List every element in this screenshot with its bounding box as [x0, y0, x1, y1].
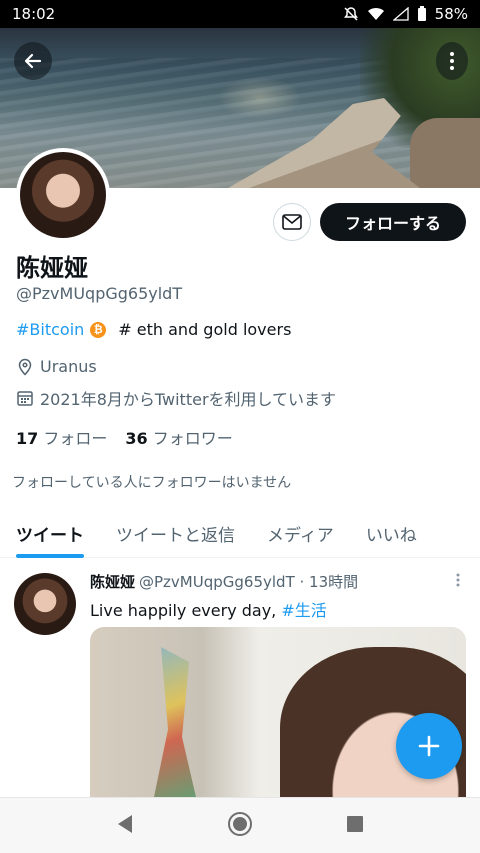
- back-arrow-icon: [24, 53, 42, 69]
- status-bar: 18:02 58%: [0, 0, 480, 28]
- location-text: Uranus: [40, 357, 97, 376]
- status-time: 18:02: [12, 5, 56, 23]
- mute-icon: [343, 6, 359, 22]
- profile-joined: 2021年8月からTwitterを利用しています: [16, 386, 336, 410]
- profile-avatar[interactable]: [16, 148, 110, 242]
- wifi-icon: [367, 7, 385, 21]
- back-button[interactable]: [14, 42, 52, 80]
- profile-stats: 17 フォロー 36 フォロワー: [16, 425, 233, 449]
- tweet-more-button[interactable]: [456, 573, 460, 591]
- battery-level: 58%: [434, 5, 468, 23]
- nav-home-button[interactable]: [227, 811, 253, 841]
- bio-text: # eth and gold lovers: [118, 320, 292, 339]
- more-vertical-icon: [456, 573, 460, 587]
- tweet-text: Live happily every day, #生活: [90, 597, 327, 621]
- more-vertical-icon: [450, 52, 454, 70]
- mail-icon: [282, 214, 302, 230]
- status-icons: 58%: [343, 5, 468, 23]
- followers-label: フォロワー: [152, 429, 233, 448]
- tweet-avatar[interactable]: [14, 573, 76, 635]
- profile-tabs: ツイート ツイートと返信 メディア いいね: [0, 508, 480, 558]
- media-sculpture: [154, 647, 196, 797]
- profile-handle: @PzvMUqpGg65yldT: [16, 284, 183, 303]
- nav-back-button[interactable]: [116, 814, 134, 838]
- following-label: フォロー: [43, 429, 108, 448]
- tab-tweets[interactable]: ツイート: [0, 508, 100, 558]
- profile-bio: #Bitcoin ₿ # eth and gold lovers: [16, 320, 291, 339]
- tweet-author-name: 陈娅娅: [90, 573, 136, 591]
- calendar-icon: [17, 391, 33, 406]
- plus-icon: [418, 735, 440, 757]
- nav-back-icon: [118, 814, 133, 833]
- tweet-hashtag[interactable]: #生活: [281, 601, 326, 620]
- following-link[interactable]: 17 フォロー: [16, 425, 107, 449]
- banner-rock: [410, 118, 480, 188]
- battery-icon: [417, 6, 427, 22]
- follow-button[interactable]: フォローする: [320, 203, 466, 241]
- joined-text: 2021年8月からTwitterを利用しています: [40, 390, 337, 409]
- profile-name: 陈娅娅: [16, 254, 88, 282]
- followers-count: 36: [125, 429, 148, 448]
- bio-hashtag[interactable]: #Bitcoin: [16, 320, 84, 339]
- tab-media[interactable]: メディア: [251, 508, 350, 558]
- tweet-header: 陈娅娅 @PzvMUqpGg65yldT · 13時間: [90, 571, 358, 592]
- nav-recents-icon: [346, 815, 363, 832]
- message-button[interactable]: [273, 203, 311, 241]
- profile-location: Uranus: [16, 357, 97, 376]
- tab-likes[interactable]: いいね: [350, 508, 433, 558]
- more-options-button[interactable]: [436, 42, 468, 80]
- compose-tweet-button[interactable]: [396, 713, 462, 779]
- signal-icon: [392, 7, 409, 21]
- nav-recents-button[interactable]: [346, 815, 364, 837]
- system-nav-bar: [0, 797, 480, 853]
- nav-home-icon: [227, 811, 252, 836]
- location-pin-icon: [18, 358, 32, 376]
- followers-notice: フォローしている人にフォロワーはいません: [12, 475, 292, 491]
- followers-link[interactable]: 36 フォロワー: [125, 425, 232, 449]
- tweet-handle-time: @PzvMUqpGg65yldT · 13時間: [139, 573, 359, 591]
- tweet-body: Live happily every day,: [90, 601, 277, 620]
- bitcoin-icon: ₿: [90, 321, 107, 338]
- following-count: 17: [16, 429, 39, 448]
- tab-tweets-replies[interactable]: ツイートと返信: [100, 508, 251, 558]
